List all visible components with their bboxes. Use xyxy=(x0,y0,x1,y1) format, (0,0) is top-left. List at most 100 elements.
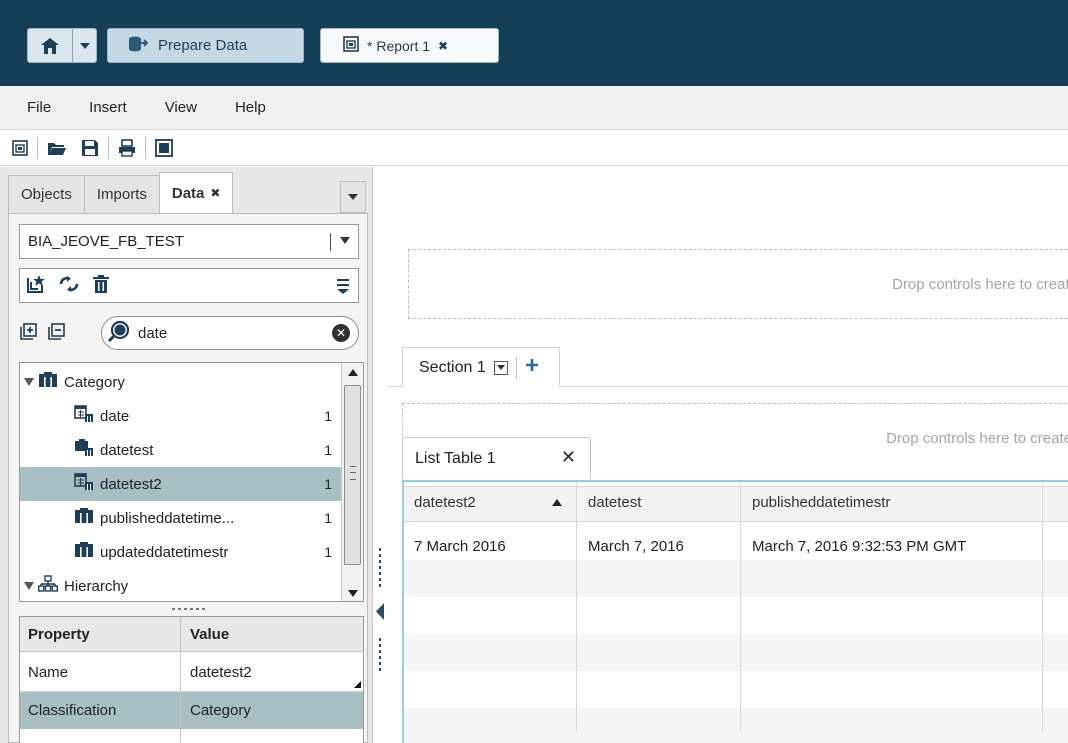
report-controls-drop-zone[interactable]: Drop controls here to create xyxy=(408,249,1068,319)
print-icon[interactable] xyxy=(111,134,143,162)
tree-item-updateddatetimestr[interactable]: updateddatetimestr 1 xyxy=(20,535,342,569)
sort-ascending-icon[interactable] xyxy=(552,499,562,506)
new-data-item-icon[interactable] xyxy=(26,274,46,297)
tree-item-count: 1 xyxy=(324,510,332,526)
tab-imports[interactable]: Imports xyxy=(83,175,160,213)
table-cell: March 7, 2016 9:32:53 PM GMT xyxy=(752,538,967,555)
report-tab-label: * Report 1 xyxy=(367,37,431,54)
tree-item-label: publisheddatetime... xyxy=(100,509,235,527)
chevron-down-icon xyxy=(340,237,350,244)
section-separator xyxy=(515,356,517,379)
clear-search-icon[interactable]: ✕ xyxy=(332,324,350,342)
table-row-stripe xyxy=(404,560,1068,597)
new-report-icon[interactable] xyxy=(5,134,35,162)
expand-all-icon[interactable] xyxy=(19,323,37,344)
property-classification-value[interactable]: Category xyxy=(182,691,251,729)
prepare-data-label: Prepare Data xyxy=(158,37,248,54)
hierarchy-icon xyxy=(37,575,59,597)
data-source-select[interactable]: BIA_JEOVE_FB_TEST xyxy=(19,224,359,259)
column-divider xyxy=(576,482,577,732)
tree-group-hierarchy[interactable]: Hierarchy xyxy=(20,569,342,601)
column-divider xyxy=(180,617,181,743)
home-button[interactable] xyxy=(27,28,97,63)
search-value: date xyxy=(138,324,168,342)
table-header xyxy=(404,486,1068,522)
prepare-data-icon xyxy=(128,35,149,57)
section-menu-icon[interactable] xyxy=(493,360,508,375)
column-divider xyxy=(740,482,741,732)
property-name-label: Name xyxy=(28,663,69,681)
tree-item-count: 1 xyxy=(324,442,332,458)
close-icon[interactable]: ✖ xyxy=(438,39,448,53)
tree-item-datetest[interactable]: datetest 1 xyxy=(20,433,342,467)
tab-list-table-1[interactable]: List Table 1 ✕ xyxy=(402,437,591,479)
tab-section-1[interactable]: Section 1 xyxy=(402,347,560,387)
tree-item-count: 1 xyxy=(324,476,332,492)
section-label: Section 1 xyxy=(419,358,486,376)
tree-item-label: updateddatetimestr xyxy=(100,543,229,561)
left-panel: Objects Imports Data ✖ BIA_JEOVE_FB_TEST xyxy=(0,167,373,743)
resize-corner-icon xyxy=(354,681,361,688)
tree-item-date[interactable]: date 1 xyxy=(20,399,342,433)
toolbar-separator xyxy=(108,137,109,159)
home-menu-arrow-icon[interactable] xyxy=(73,29,96,62)
app-window: Prepare Data * Report 1 ✖ File Insert Vi… xyxy=(0,0,1068,743)
tree-group-label: Hierarchy xyxy=(64,577,129,595)
category-icon xyxy=(74,439,94,461)
tree-group-category[interactable]: Category xyxy=(20,365,342,399)
tab-objects-label: Objects xyxy=(21,186,72,203)
tree-item-datetest2[interactable]: datetest2 1 xyxy=(20,467,342,501)
date-category-icon xyxy=(74,473,94,495)
collapse-all-icon[interactable] xyxy=(47,323,65,344)
home-icon[interactable] xyxy=(28,29,73,62)
table-row-stripe xyxy=(404,634,1068,671)
prepare-data-button[interactable]: Prepare Data xyxy=(107,28,304,63)
tree-item-count: 1 xyxy=(324,408,332,424)
menu-file[interactable]: File xyxy=(27,99,51,116)
column-header-datetest[interactable]: datetest xyxy=(588,494,641,511)
close-icon[interactable]: ✕ xyxy=(561,447,576,468)
expanded-arrow-icon[interactable] xyxy=(24,582,34,590)
table-row-stripe xyxy=(404,708,1068,743)
menu-view[interactable]: View xyxy=(165,99,197,116)
expanded-arrow-icon[interactable] xyxy=(24,378,34,386)
property-name-value[interactable]: datetest2 xyxy=(182,653,252,691)
save-icon[interactable] xyxy=(74,134,106,162)
date-category-icon xyxy=(74,405,94,427)
menu-icon[interactable] xyxy=(337,278,349,297)
column-header-datetest2[interactable]: datetest2 xyxy=(414,494,476,511)
tab-data-label: Data xyxy=(171,184,205,202)
column-header-publisheddatetimestr[interactable]: publisheddatetimestr xyxy=(752,494,890,511)
menu-help[interactable]: Help xyxy=(235,99,266,116)
list-table[interactable]: datetest2 datetest publisheddatetimestr … xyxy=(402,480,1068,743)
panel-splitter-handle[interactable] xyxy=(172,607,208,611)
toolbar-separator xyxy=(37,137,38,159)
delete-icon[interactable] xyxy=(92,274,110,297)
grip-icon xyxy=(350,466,356,480)
select-divider xyxy=(330,233,331,251)
close-icon[interactable]: ✖ xyxy=(210,186,220,200)
scrollbar-thumb[interactable] xyxy=(344,385,361,565)
tab-report-1[interactable]: * Report 1 ✖ xyxy=(320,28,499,63)
scroll-down-icon[interactable] xyxy=(348,590,358,597)
data-items-tree: Category date 1 datetest 1 datetest2 1 p… xyxy=(19,362,364,602)
category-icon xyxy=(74,542,94,562)
search-input[interactable]: date ✕ xyxy=(101,316,359,350)
data-pane: BIA_JEOVE_FB_TEST date ✕ Category date 1… xyxy=(8,213,368,743)
tab-data[interactable]: Data ✖ xyxy=(158,172,234,213)
tree-item-publisheddatetime[interactable]: publisheddatetime... 1 xyxy=(20,501,342,535)
tabs-menu-button[interactable] xyxy=(340,181,366,213)
panel-toggle-icon[interactable] xyxy=(148,134,180,162)
refresh-icon[interactable] xyxy=(58,275,80,296)
table-cell: 7 March 2016 xyxy=(414,538,506,555)
search-row: date ✕ xyxy=(19,316,364,351)
scroll-up-icon[interactable] xyxy=(348,369,358,376)
tree-scrollbar[interactable] xyxy=(341,363,363,601)
toolbar-separator xyxy=(145,137,146,159)
add-section-icon[interactable] xyxy=(525,358,539,377)
menu-insert[interactable]: Insert xyxy=(89,99,127,116)
drop-zone-text: Drop controls here to create xyxy=(886,430,1068,447)
open-folder-icon[interactable] xyxy=(40,134,74,162)
tab-objects[interactable]: Objects xyxy=(8,175,85,213)
panel-collapse-splitter[interactable] xyxy=(373,540,387,680)
